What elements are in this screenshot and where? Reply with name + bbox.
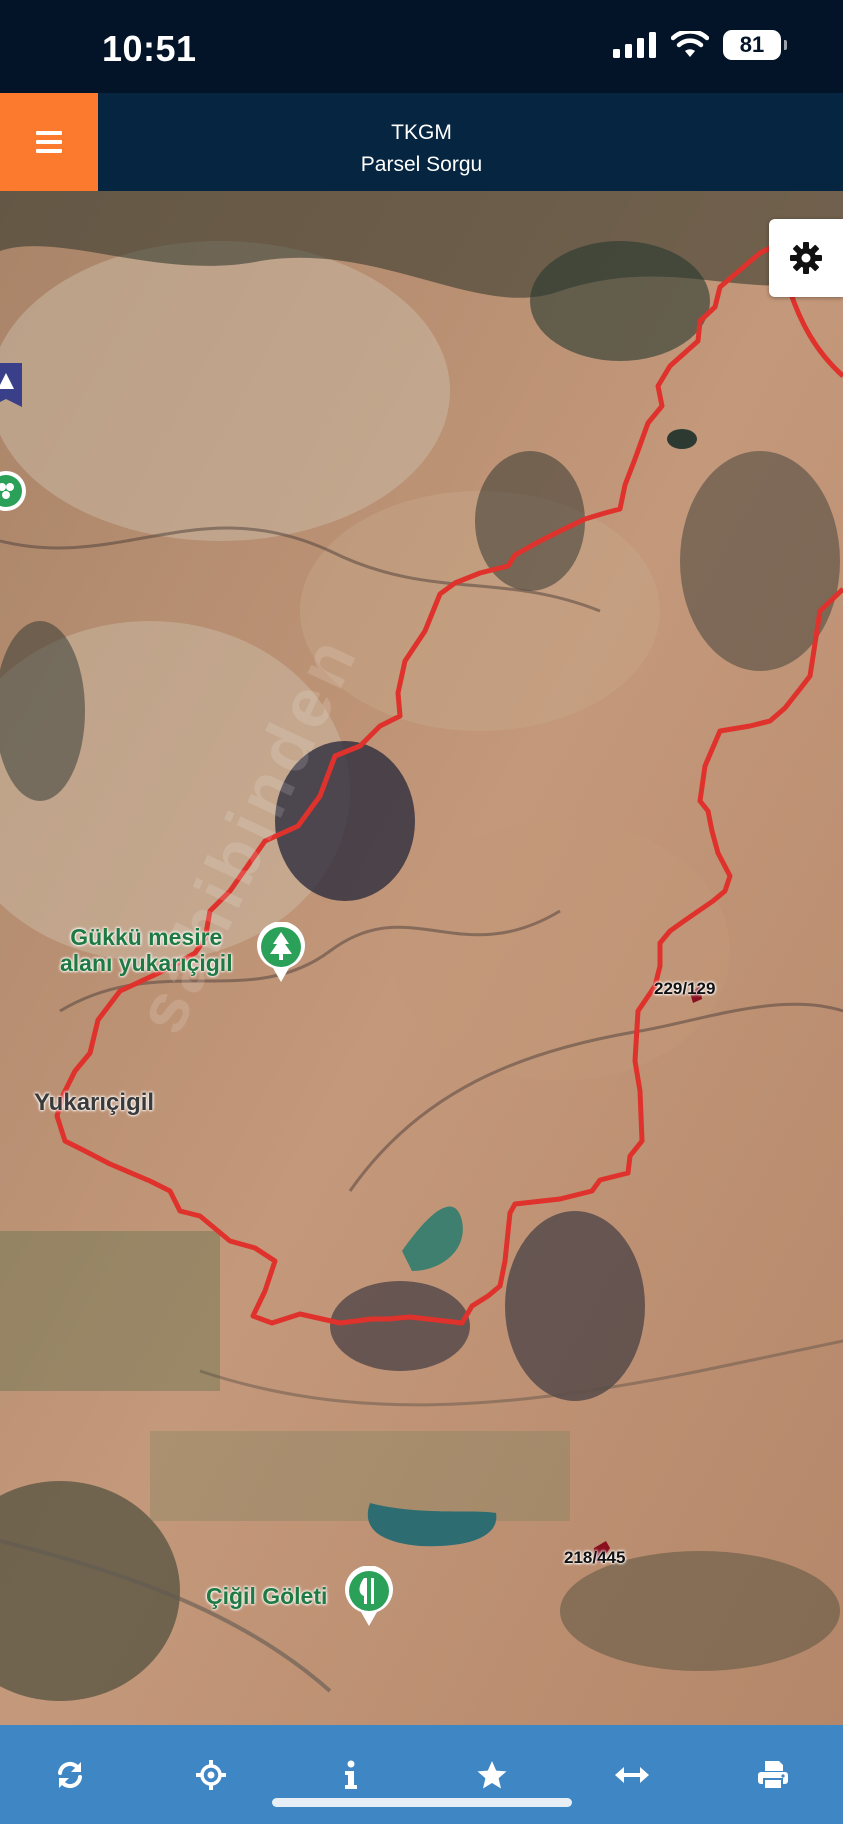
gear-icon: [790, 242, 822, 274]
measure-button[interactable]: [597, 1740, 667, 1810]
place-label-yukaricigil: Yukarıçigil: [34, 1089, 155, 1116]
edge-poi-marker-top[interactable]: [0, 359, 30, 420]
pond-marker-icon: [345, 1565, 393, 1626]
info-icon: [345, 1760, 358, 1789]
poi-label-gukku: Gükkü mesire alanı yukarıçigil: [60, 924, 233, 976]
parcel-label-229-129[interactable]: 229/129: [654, 979, 715, 999]
measure-icon: [615, 1766, 650, 1783]
menu-button[interactable]: [0, 93, 98, 191]
status-icons: 81: [613, 30, 787, 60]
battery-indicator: 81: [723, 30, 787, 60]
tree-marker-icon: [257, 921, 305, 982]
settings-button[interactable]: [769, 219, 843, 297]
poi-label-cigil-goleti: Çiğil Göleti: [206, 1583, 328, 1609]
hamburger-menu-icon: [36, 131, 62, 153]
edge-poi-marker-park[interactable]: [0, 469, 30, 530]
print-button[interactable]: [738, 1740, 808, 1810]
wifi-icon: [671, 31, 709, 57]
cellular-signal-icon: [613, 32, 656, 58]
page-subtitle: Parsel Sorgu: [360, 153, 483, 176]
poi-marker-cigil-goleti[interactable]: [344, 1565, 394, 1633]
locate-button[interactable]: [176, 1740, 246, 1810]
app-header: TKGM Parsel Sorgu: [0, 93, 843, 191]
status-time: 10:51: [102, 28, 197, 69]
page-title: TKGM: [391, 121, 452, 144]
status-bar: 10:51 81: [0, 0, 843, 93]
print-icon: [757, 1760, 788, 1790]
refresh-icon: [58, 1761, 83, 1788]
map-view[interactable]: sahibinden Gükkü mesire alanı yukarıçigi…: [0, 191, 843, 1725]
bottom-toolbar: [0, 1725, 843, 1824]
locate-icon: [195, 1759, 226, 1790]
park-icon: [0, 471, 26, 511]
poi-marker-gukku[interactable]: [256, 921, 306, 989]
flag-marker-icon: [0, 363, 22, 407]
header-title-block: TKGM Parsel Sorgu: [98, 117, 843, 181]
home-indicator: [272, 1798, 572, 1807]
refresh-button[interactable]: [35, 1740, 105, 1810]
parcel-label-218-445[interactable]: 218/445: [564, 1548, 625, 1568]
star-icon: [477, 1760, 507, 1788]
